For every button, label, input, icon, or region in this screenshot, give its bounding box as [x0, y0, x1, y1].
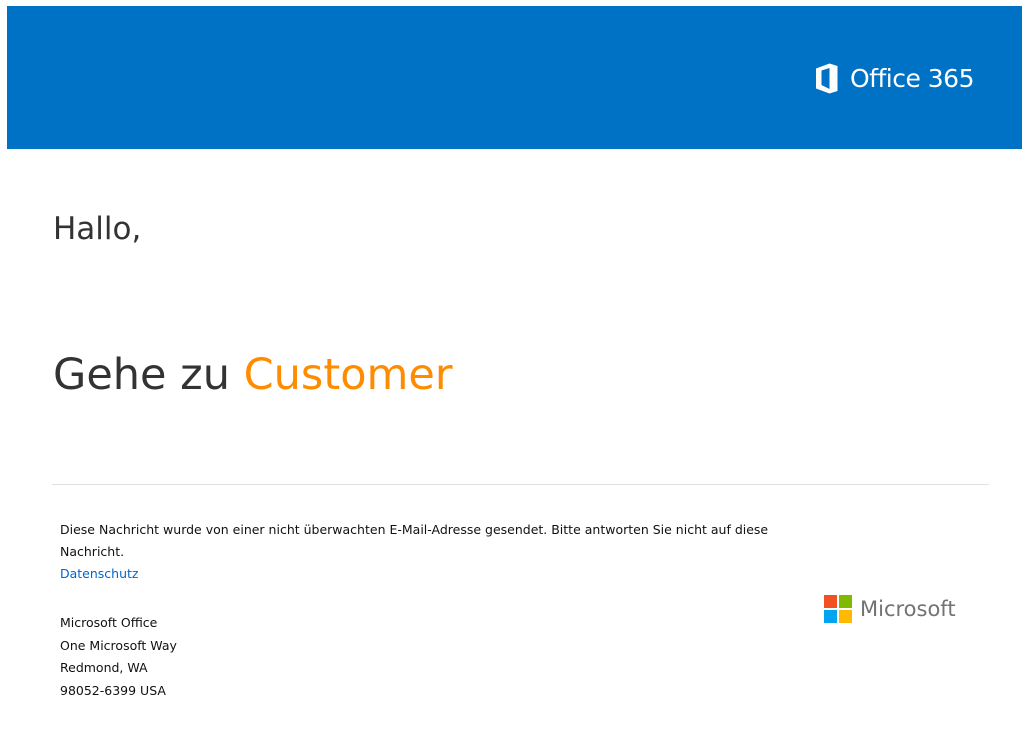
office-logo-icon	[815, 63, 838, 94]
brand-name: Office 365	[849, 64, 975, 93]
headline-prefix: Gehe zu	[53, 350, 244, 400]
greeting-text: Hallo,	[53, 211, 142, 247]
address-street: One Microsoft Way	[60, 637, 177, 653]
footer-address: Microsoft Office One Microsoft Way Redmo…	[60, 612, 177, 702]
microsoft-logo: Microsoft	[824, 595, 956, 623]
microsoft-logo-icon	[824, 595, 852, 623]
address-city: Redmond, WA	[60, 660, 148, 675]
headline-accent: Customer	[243, 350, 453, 400]
headline: Gehe zu Customer	[53, 348, 453, 402]
address-zip-country: 98052-6399 USA	[60, 682, 166, 698]
email-page: Office 365 Hallo, Gehe zu Customer Diese…	[0, 0, 1022, 740]
address-company: Microsoft Office	[60, 615, 158, 630]
office-365-brand: Office 365	[815, 63, 975, 94]
footer-divider	[52, 484, 989, 485]
footer-notice-block: Diese Nachricht wurde von einer nicht üb…	[60, 519, 820, 585]
header-banner: Office 365	[7, 6, 1022, 149]
privacy-link[interactable]: Datenschutz	[60, 563, 820, 585]
footer-notice: Diese Nachricht wurde von einer nicht üb…	[60, 522, 769, 559]
microsoft-wordmark: Microsoft	[860, 597, 956, 621]
